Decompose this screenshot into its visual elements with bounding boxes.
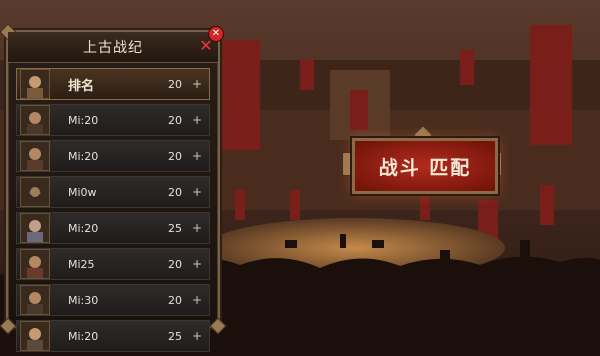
list-item[interactable]: Mi25 20 + — [16, 248, 210, 280]
avatar — [20, 105, 50, 135]
player-score: 20 — [168, 257, 182, 271]
avatar — [20, 177, 50, 207]
battle-match-label: 战斗 匹配 — [378, 156, 472, 179]
leaderboard-list: 排名 20 + Mi:20 20 + Mi:20 20 + Mi0w 20 + … — [16, 68, 210, 356]
list-item[interactable]: Mi:20 20 + — [16, 104, 210, 136]
avatar — [20, 141, 50, 171]
add-button[interactable]: + — [192, 257, 202, 271]
player-name: Mi:20 — [68, 113, 99, 127]
player-name: Mi25 — [68, 257, 95, 271]
add-button[interactable]: + — [192, 185, 202, 199]
player-score: 25 — [168, 221, 182, 235]
avatar — [20, 285, 50, 315]
panel-title-text: 上古战纪 — [83, 40, 143, 56]
avatar — [20, 69, 50, 99]
player-name: Mi:20 — [68, 149, 99, 163]
player-name: Mi0w — [68, 185, 97, 199]
list-item[interactable]: Mi:20 25 + — [16, 320, 210, 352]
avatar — [20, 249, 50, 279]
list-item[interactable]: Mi0w 20 + — [16, 176, 210, 208]
avatar — [20, 321, 50, 351]
list-item[interactable]: Mi:20 25 + — [16, 212, 210, 244]
list-item[interactable]: Mi:20 20 + — [16, 140, 210, 172]
list-item[interactable]: Mi:30 20 + — [16, 284, 210, 316]
player-score: 20 — [168, 293, 182, 307]
add-button[interactable]: + — [192, 329, 202, 343]
player-score: 20 — [168, 185, 182, 199]
player-name: Mi:20 — [68, 329, 99, 343]
player-score: 20 — [168, 77, 182, 91]
battle-match-button-frame: 战斗 匹配 — [342, 125, 502, 196]
player-name: 排名 — [68, 78, 95, 94]
player-name: Mi:30 — [68, 293, 99, 307]
add-button[interactable]: + — [192, 221, 202, 235]
player-score: 25 — [168, 329, 182, 343]
close-badge[interactable]: ✕ — [208, 26, 224, 42]
battle-match-button[interactable]: 战斗 匹配 — [352, 138, 498, 194]
panel-title: 上古战纪 — [8, 32, 218, 63]
leaderboard-panel: 上古战纪 ✕ ✕ 排名 20 + Mi:20 20 + Mi:20 20 + M… — [0, 23, 227, 352]
add-button[interactable]: + — [192, 149, 202, 163]
player-name: Mi:20 — [68, 221, 99, 235]
add-button[interactable]: + — [192, 77, 202, 91]
list-item[interactable]: 排名 20 + — [16, 68, 210, 100]
player-score: 20 — [168, 149, 182, 163]
avatar — [20, 213, 50, 243]
player-score: 20 — [168, 113, 182, 127]
add-button[interactable]: + — [192, 113, 202, 127]
add-button[interactable]: + — [192, 293, 202, 307]
